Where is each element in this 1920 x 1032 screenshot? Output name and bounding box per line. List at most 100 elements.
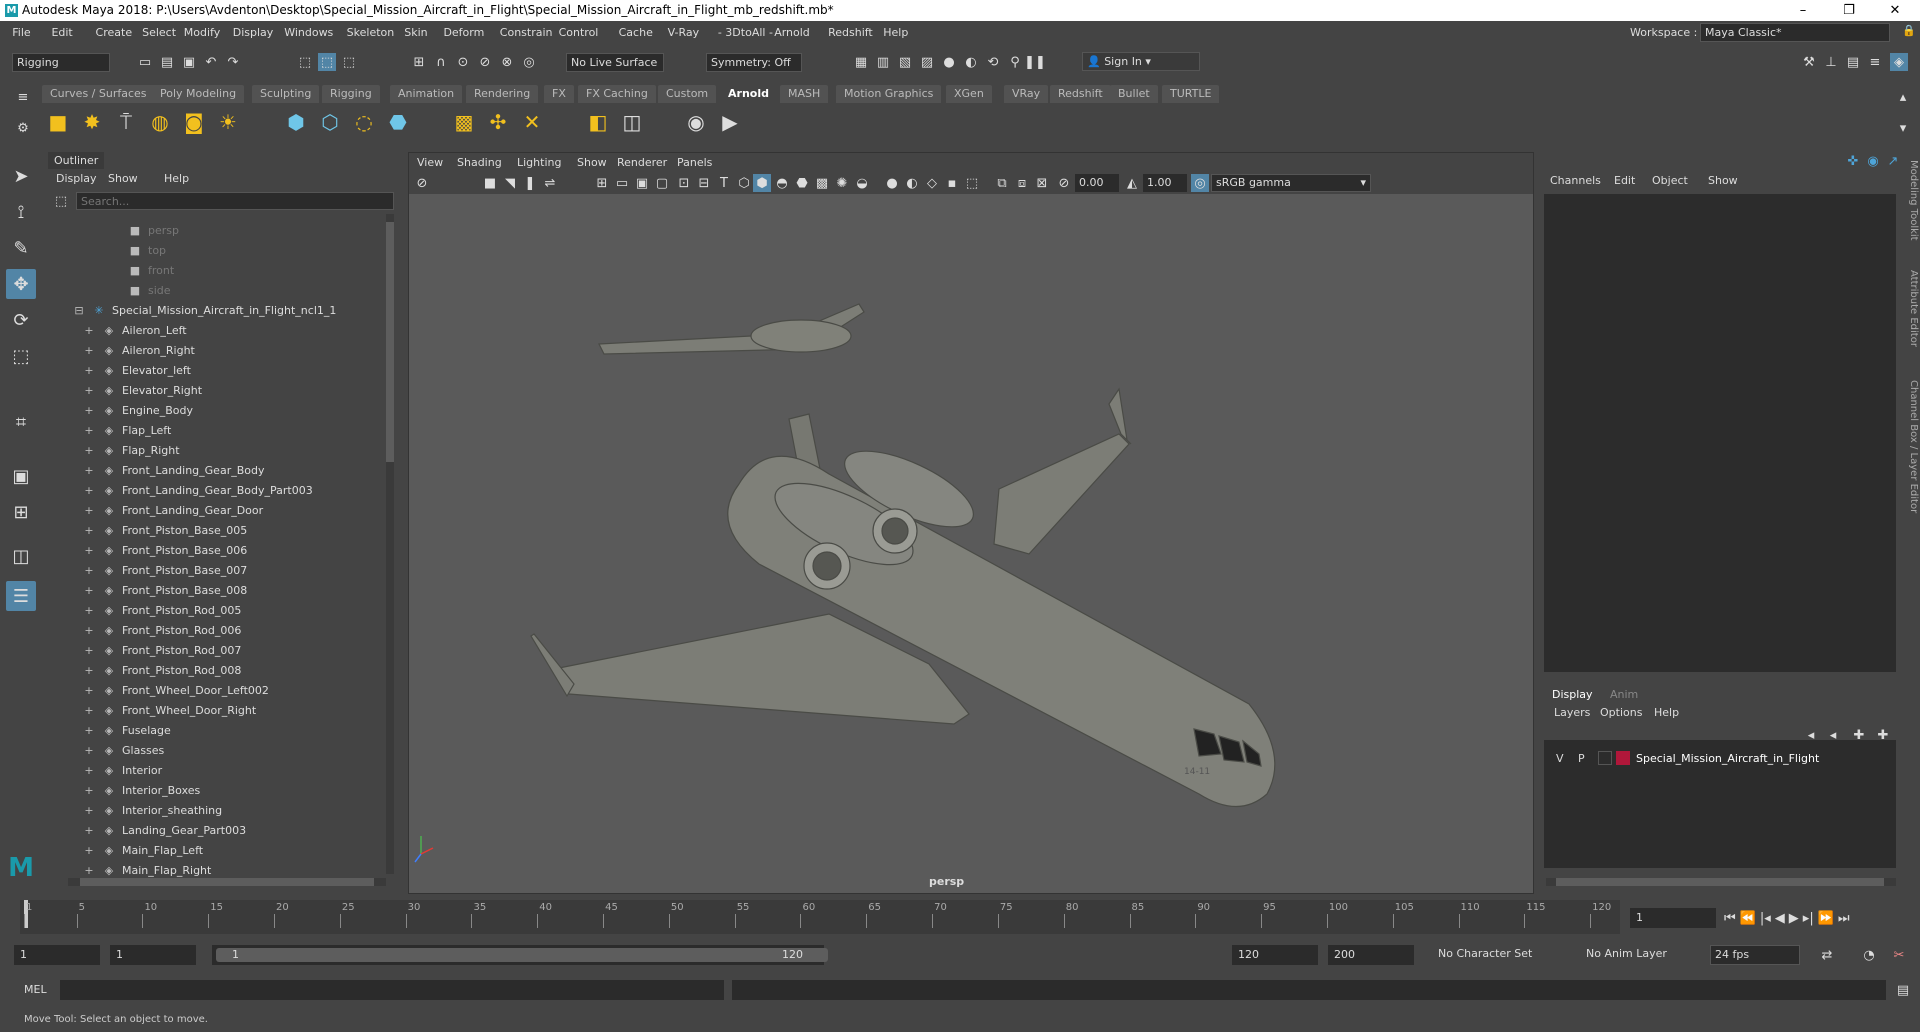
outliner-item[interactable]: + ◈ Elevator_Right <box>82 380 202 400</box>
outliner-camera-front[interactable]: ■ front <box>128 260 174 280</box>
outliner-camera-top[interactable]: ■ top <box>128 240 166 260</box>
viewport-panel[interactable]: View Shading Lighting Show Renderer Panels ⊘ … <box>408 152 1534 894</box>
outliner-hscrollbar[interactable] <box>68 878 386 886</box>
side-tab-channel-box-layer-editor[interactable]: Channel Box / Layer Editor <box>1908 380 1919 513</box>
skydome-light-icon[interactable]: ◍ <box>146 108 174 136</box>
shelf-tab-motion-graphics[interactable]: Motion Graphics <box>836 85 942 103</box>
shelf-tab-rigging[interactable]: Rigging <box>322 85 380 103</box>
menu-skeleton[interactable]: Skeleton <box>347 26 395 39</box>
ipr-render-icon[interactable]: ▧ <box>896 53 914 71</box>
outliner-vscrollbar[interactable] <box>386 214 394 874</box>
open-scene-icon[interactable]: ▤ <box>158 53 176 71</box>
standin-icon[interactable]: ⬢ <box>282 108 310 136</box>
current-frame-field[interactable]: 1 <box>1630 908 1716 928</box>
photometric-light-icon[interactable]: ⍑ <box>112 108 140 136</box>
mesh-light-icon[interactable]: ✸ <box>78 108 106 136</box>
outliner-camera-persp[interactable]: ■ persp <box>128 220 179 240</box>
physical-sky-icon[interactable]: ☀ <box>214 108 242 136</box>
expand-icon[interactable]: + <box>82 644 96 657</box>
camera-attr-icon[interactable]: ◥ <box>501 174 519 192</box>
range-slider[interactable]: 1 120 <box>212 945 828 965</box>
shelf-tab-xgen[interactable]: XGen <box>946 85 992 103</box>
expand-icon[interactable]: + <box>82 324 96 337</box>
light-editor-icon[interactable]: ⚲ <box>1006 53 1024 71</box>
outliner-item[interactable]: + ◈ Main_Flap_Left <box>82 840 203 860</box>
anim-layer-dropdown[interactable]: No Anim Layer <box>1582 945 1690 965</box>
shelf-tab-animation[interactable]: Animation <box>390 85 463 103</box>
layer-hscrollbar[interactable] <box>1546 878 1896 886</box>
step-forward-key-icon[interactable]: ⏩ <box>1818 911 1834 926</box>
outliner-item[interactable]: + ◈ Interior_Boxes <box>82 780 200 800</box>
arnold-settings-icon[interactable]: ◫ <box>618 108 646 136</box>
export-standin-icon[interactable]: ⬡ <box>316 108 344 136</box>
outliner-item[interactable]: + ◈ Flap_Left <box>82 420 171 440</box>
expand-icon[interactable]: + <box>82 424 96 437</box>
outliner-item[interactable]: + ◈ Main_Flap_Right <box>82 860 211 880</box>
outliner-filter-icon[interactable]: ⬚ <box>52 192 70 210</box>
render-play-icon[interactable]: ▶ <box>716 108 744 136</box>
snap-surface-icon[interactable]: ⊗ <box>498 53 516 71</box>
ambient-occlusion-icon[interactable]: ● <box>883 174 901 192</box>
expand-icon[interactable]: + <box>82 864 96 877</box>
side-tab-modeling-toolkit[interactable]: Modeling Toolkit <box>1908 160 1919 241</box>
redo-icon[interactable]: ↷ <box>224 53 242 71</box>
outliner-item[interactable]: + ◈ Front_Piston_Rod_008 <box>82 660 241 680</box>
step-back-key-icon[interactable]: ⏪ <box>1740 911 1756 926</box>
backface-icon[interactable]: ⊠ <box>1033 174 1051 192</box>
anim-prefs-icon[interactable]: ✂ <box>1890 946 1908 964</box>
motion-blur-icon[interactable]: ◐ <box>903 174 921 192</box>
expand-icon[interactable]: + <box>82 544 96 557</box>
bookmark-icon[interactable]: ❚ <box>521 174 539 192</box>
animation-start-field[interactable]: 1 <box>14 945 100 965</box>
viewport-menu-panels[interactable]: Panels <box>677 156 712 169</box>
xray-active-icon[interactable]: ⧈ <box>1013 174 1031 192</box>
aircraft-model[interactable]: 14-11 <box>409 194 1533 894</box>
tool-settings-icon[interactable]: ▤ <box>1844 53 1862 71</box>
camera-icon[interactable]: ■ <box>481 174 499 192</box>
expand-icon[interactable]: + <box>82 604 96 617</box>
wireframe-icon[interactable]: ⬡ <box>735 174 753 192</box>
menu-help[interactable]: Help <box>883 26 908 39</box>
new-scene-icon[interactable]: ▭ <box>136 53 154 71</box>
two-view-icon[interactable]: ◫ <box>6 541 36 571</box>
step-forward-frame-icon[interactable]: ▸| <box>1803 911 1814 926</box>
outliner-item[interactable]: + ◈ Front_Piston_Rod_007 <box>82 640 241 660</box>
gamma-field[interactable]: 1.00 <box>1143 174 1187 192</box>
pause-viewport-icon[interactable]: ❚❚ <box>1024 53 1046 71</box>
menu-modify[interactable]: Modify <box>184 26 220 39</box>
expand-icon[interactable]: + <box>82 724 96 737</box>
outliner-item[interactable]: + ◈ Front_Piston_Base_006 <box>82 540 247 560</box>
shelf-scroll-down-icon[interactable]: ▾ <box>1894 119 1912 137</box>
layer-visibility-toggle[interactable]: V <box>1556 752 1564 765</box>
xray-icon[interactable]: ▩ <box>813 174 831 192</box>
use-all-lights-icon[interactable]: ✺ <box>833 174 851 192</box>
time-slider[interactable]: 1 5 10 15 20 25 30 35 40 45 50 55 60 65 70 75 80 85 90 95 10… <box>20 900 1620 934</box>
outliner-item[interactable]: + ◈ Interior_sheathing <box>82 800 222 820</box>
outliner-item[interactable]: + ◈ Front_Piston_Rod_005 <box>82 600 241 620</box>
shelf-scroll-up-icon[interactable]: ▴ <box>1894 88 1912 106</box>
shelf-tab-mash[interactable]: MASH <box>780 85 829 103</box>
outliner-item[interactable]: + ◈ Front_Wheel_Door_Right <box>82 700 256 720</box>
wireframe-on-shaded-icon[interactable]: ⬣ <box>793 174 811 192</box>
image-plane-icon[interactable]: ⇌ <box>541 174 559 192</box>
shelf-tab-turtle[interactable]: TURTLE <box>1162 85 1220 103</box>
outliner-menu-display[interactable]: Display <box>56 172 97 185</box>
gate-mask-icon[interactable]: ▢ <box>653 174 671 192</box>
resolution-gate-icon[interactable]: ▣ <box>633 174 651 192</box>
menu-v-ray[interactable]: V-Ray <box>668 26 700 39</box>
outliner-layout-icon[interactable]: ☰ <box>6 581 36 611</box>
save-scene-icon[interactable]: ▣ <box>180 53 198 71</box>
snap-point-icon[interactable]: ⊙ <box>454 53 472 71</box>
outliner-item[interactable]: + ◈ Front_Wheel_Door_Left002 <box>82 680 269 700</box>
outliner-item[interactable]: + ◈ Landing_Gear_Part003 <box>82 820 246 840</box>
color-management-icon[interactable]: ◎ <box>1191 174 1209 192</box>
expand-icon[interactable]: + <box>82 744 96 757</box>
expand-icon[interactable]: + <box>82 684 96 697</box>
shelf-tab-sculpting[interactable]: Sculpting <box>252 85 320 103</box>
snap-grid-icon[interactable]: ⊞ <box>410 53 428 71</box>
go-to-start-icon[interactable]: ⏮ <box>1724 911 1736 926</box>
symmetry-dropdown[interactable]: Symmetry: Off <box>706 53 802 72</box>
snap-curve-icon[interactable]: ∩ <box>432 53 450 71</box>
menu-windows[interactable]: Windows <box>284 26 333 39</box>
shelf-tab-fx-caching[interactable]: FX Caching <box>578 85 656 103</box>
